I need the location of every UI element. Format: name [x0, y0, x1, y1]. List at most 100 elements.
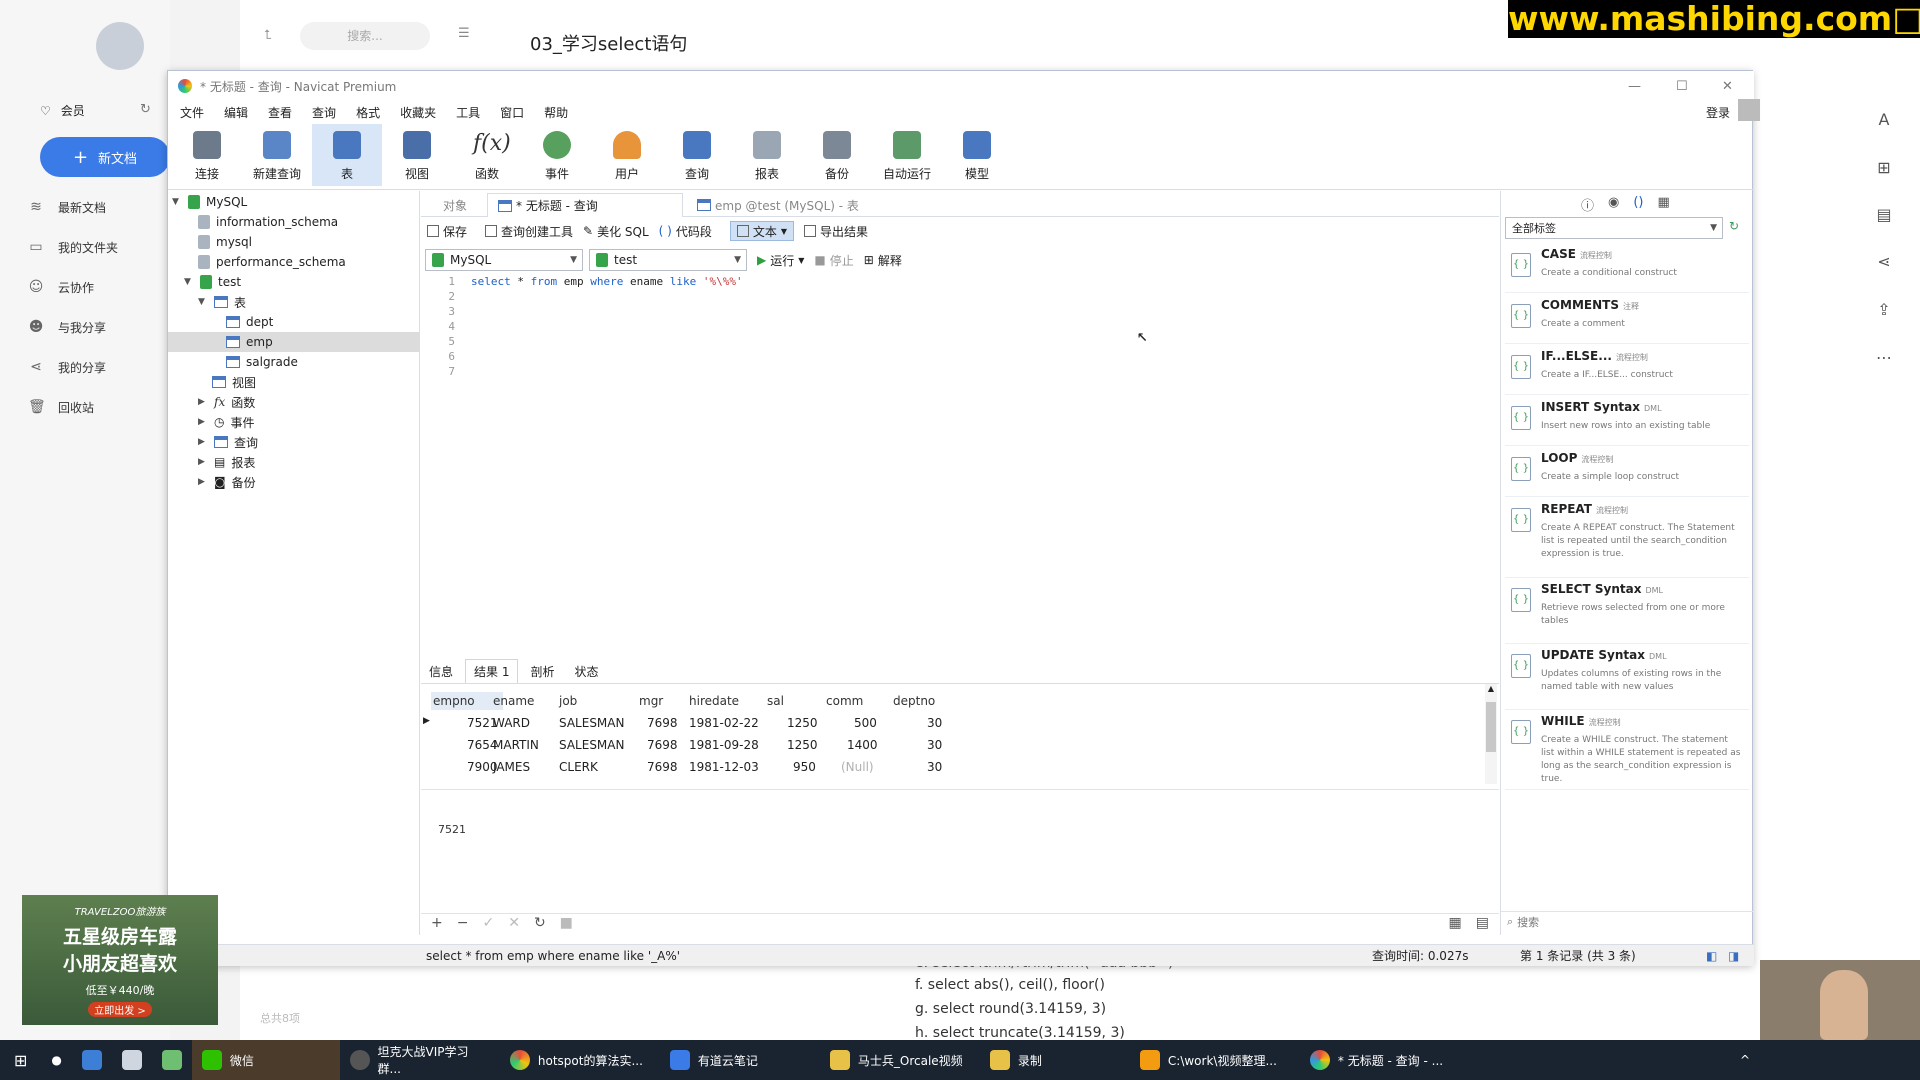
report-button[interactable]: 报表 — [732, 124, 802, 186]
taskbar-item[interactable]: 录制 — [980, 1040, 1130, 1080]
tree-node-table-selected[interactable]: emp — [168, 332, 420, 352]
braces-icon[interactable]: () — [1633, 195, 1643, 214]
table-cell[interactable]: 500 — [854, 714, 877, 732]
taskbar-search[interactable]: ● — [41, 1040, 71, 1080]
refresh-snippets-icon[interactable]: ↻ — [1729, 219, 1739, 233]
model-button[interactable]: 模型 — [942, 124, 1012, 186]
ad-cta-button[interactable]: 立即出发 > — [88, 1002, 152, 1017]
column-header[interactable]: comm — [826, 692, 863, 710]
tree-node-functions[interactable]: ▶ fx 函数 — [198, 392, 255, 412]
table-cell[interactable]: 1400 — [847, 736, 878, 754]
sidebar-item-shared-with-me[interactable]: ☻ 与我分享 — [28, 315, 106, 339]
view-button[interactable]: 视图 — [382, 124, 452, 186]
tree-node-db[interactable]: mysql — [198, 232, 252, 252]
more-icon[interactable]: ⋯ — [1874, 348, 1894, 368]
apply-icon[interactable]: ✓ — [482, 915, 494, 931]
table-cell[interactable]: MARTIN — [493, 736, 539, 754]
menu-view[interactable]: 查看 — [268, 104, 292, 121]
tab-result-1[interactable]: 结果 1 — [465, 659, 519, 683]
menu-window[interactable]: 窗口 — [500, 104, 524, 121]
backup-button[interactable]: 备份 — [802, 124, 872, 186]
snippet-update[interactable]: { } UPDATE Syntax DML Updates columns of ex… — [1505, 644, 1749, 710]
new-doc-button[interactable]: + 新文档 — [40, 137, 170, 177]
table-cell[interactable]: 1981-12-03 — [689, 758, 759, 776]
tab-profile[interactable]: 剖析 — [522, 660, 562, 683]
taskbar-pin[interactable] — [72, 1040, 112, 1080]
start-button[interactable]: ⊞ — [0, 1040, 41, 1080]
tab-info[interactable]: 信息 — [421, 660, 461, 683]
column-header[interactable]: ename — [493, 692, 534, 710]
minimize-button[interactable]: — — [1628, 79, 1641, 94]
table-cell[interactable]: 7698 — [647, 758, 678, 776]
taskbar-item[interactable]: 坦克大战VIP学习群... — [340, 1040, 500, 1080]
delete-record-icon[interactable]: − — [457, 915, 469, 931]
tab-emp-table[interactable]: emp @test (MySQL) - 表 — [687, 193, 869, 217]
snippet-if-else[interactable]: { } IF...ELSE... 流程控制 Create a IF...ELSE...… — [1505, 345, 1749, 395]
taskbar-wechat[interactable]: 微信 — [191, 1040, 340, 1080]
automation-button[interactable]: 自动运行 — [872, 124, 942, 186]
tree-node-reports[interactable]: ▶ ▤ 报表 — [198, 452, 255, 472]
stop-icon[interactable]: ■ — [560, 915, 573, 931]
menu-edit[interactable]: 编辑 — [224, 104, 248, 121]
search-input[interactable]: 搜索... — [300, 22, 430, 50]
tree-node-events[interactable]: ▶ ◷ 事件 — [198, 412, 255, 432]
add-record-icon[interactable]: + — [431, 915, 443, 931]
table-cell[interactable]: 1250 — [787, 714, 818, 732]
panel-toggle-icon[interactable]: ◨ — [1728, 949, 1739, 963]
database-select[interactable]: test ▼ — [589, 249, 747, 271]
grid-view-icon[interactable]: ▦ — [1449, 915, 1462, 931]
tree-node-views[interactable]: 视图 — [212, 372, 256, 392]
tree-node-db[interactable]: information_schema — [198, 212, 338, 232]
discard-icon[interactable]: ✕ — [508, 915, 520, 931]
table-cell[interactable]: WARD — [493, 714, 530, 732]
tab-objects[interactable]: 对象 — [421, 193, 477, 217]
column-header[interactable]: deptno — [893, 692, 935, 710]
back-icon[interactable]: ⮤ — [264, 28, 272, 43]
avatar[interactable] — [96, 22, 144, 70]
snippet-case[interactable]: { } CASE 流程控制 Create a conditional construc… — [1505, 243, 1749, 293]
share-icon[interactable]: ⋖ — [1874, 252, 1894, 272]
query-builder-button[interactable]: 查询创建工具 — [485, 223, 573, 240]
function-button[interactable]: f(x) 函数 — [452, 124, 522, 186]
run-button[interactable]: ▶ 运行 ▼ — [757, 252, 804, 269]
tray-chevron[interactable]: ^ — [1730, 1040, 1760, 1080]
code-snippet-button[interactable]: ( ) 代码段 — [659, 223, 712, 240]
info-icon[interactable]: ⓘ — [1581, 195, 1594, 214]
menu-file[interactable]: 文件 — [180, 104, 204, 121]
taskbar-item[interactable]: hotspot的算法实... — [500, 1040, 660, 1080]
menu-format[interactable]: 格式 — [356, 104, 380, 121]
user-avatar-icon[interactable] — [1738, 99, 1760, 121]
table-cell[interactable]: 7698 — [647, 736, 678, 754]
tab-status[interactable]: 状态 — [566, 660, 606, 683]
export-icon[interactable]: ⇪ — [1874, 300, 1894, 320]
sql-editor[interactable]: 1 2 3 4 5 6 7 select * from emp where en… — [421, 273, 1499, 613]
export-results-button[interactable]: 导出结果 — [804, 223, 868, 240]
tree-node-db-test[interactable]: ▼ test — [184, 272, 241, 292]
snippet-select[interactable]: { } SELECT Syntax DML Retrieve rows selecte… — [1505, 578, 1749, 644]
table-cell[interactable]: 30 — [927, 714, 942, 732]
sidebar-item-recent[interactable]: ≋ 最新文档 — [28, 195, 106, 219]
column-header[interactable]: job — [559, 692, 577, 710]
preview-icon[interactable]: ◉ — [1608, 195, 1619, 214]
table-cell[interactable]: 30 — [927, 736, 942, 754]
table-button[interactable]: 表 — [312, 124, 382, 186]
column-header[interactable]: mgr — [639, 692, 663, 710]
tree-node-backups[interactable]: ▶ ◙ 备份 — [198, 472, 256, 492]
snippet-insert[interactable]: { } INSERT Syntax DML Insert new rows into … — [1505, 396, 1749, 446]
scrollbar-thumb[interactable] — [1486, 702, 1496, 752]
stop-button[interactable]: ■ 停止 — [814, 252, 853, 269]
table-cell[interactable]: SALESMAN — [559, 714, 624, 732]
table-cell[interactable]: 1250 — [787, 736, 818, 754]
panel-toggle-icon[interactable]: ◧ — [1706, 949, 1717, 963]
sidebar-item-folders[interactable]: ▭ 我的文件夹 — [28, 235, 118, 259]
ad-banner[interactable]: TRAVELZOO旅游族 五星级房车露 小朋友超喜欢 低至￥440/晚 立即出发… — [22, 895, 218, 1025]
login-link[interactable]: 登录 — [1706, 104, 1730, 121]
menu-tools[interactable]: 工具 — [456, 104, 480, 121]
refresh-icon[interactable]: ↻ — [534, 915, 546, 931]
snippet-loop[interactable]: { } LOOP 流程控制 Create a simple loop construc… — [1505, 447, 1749, 497]
tag-filter-select[interactable]: 全部标签 ▼ — [1505, 217, 1723, 239]
table-cell[interactable]: CLERK — [559, 758, 598, 776]
tree-node-table[interactable]: dept — [226, 312, 273, 332]
form-view-icon[interactable]: ▤ — [1476, 915, 1489, 931]
beautify-sql-button[interactable]: ✎ 美化 SQL — [583, 223, 649, 240]
